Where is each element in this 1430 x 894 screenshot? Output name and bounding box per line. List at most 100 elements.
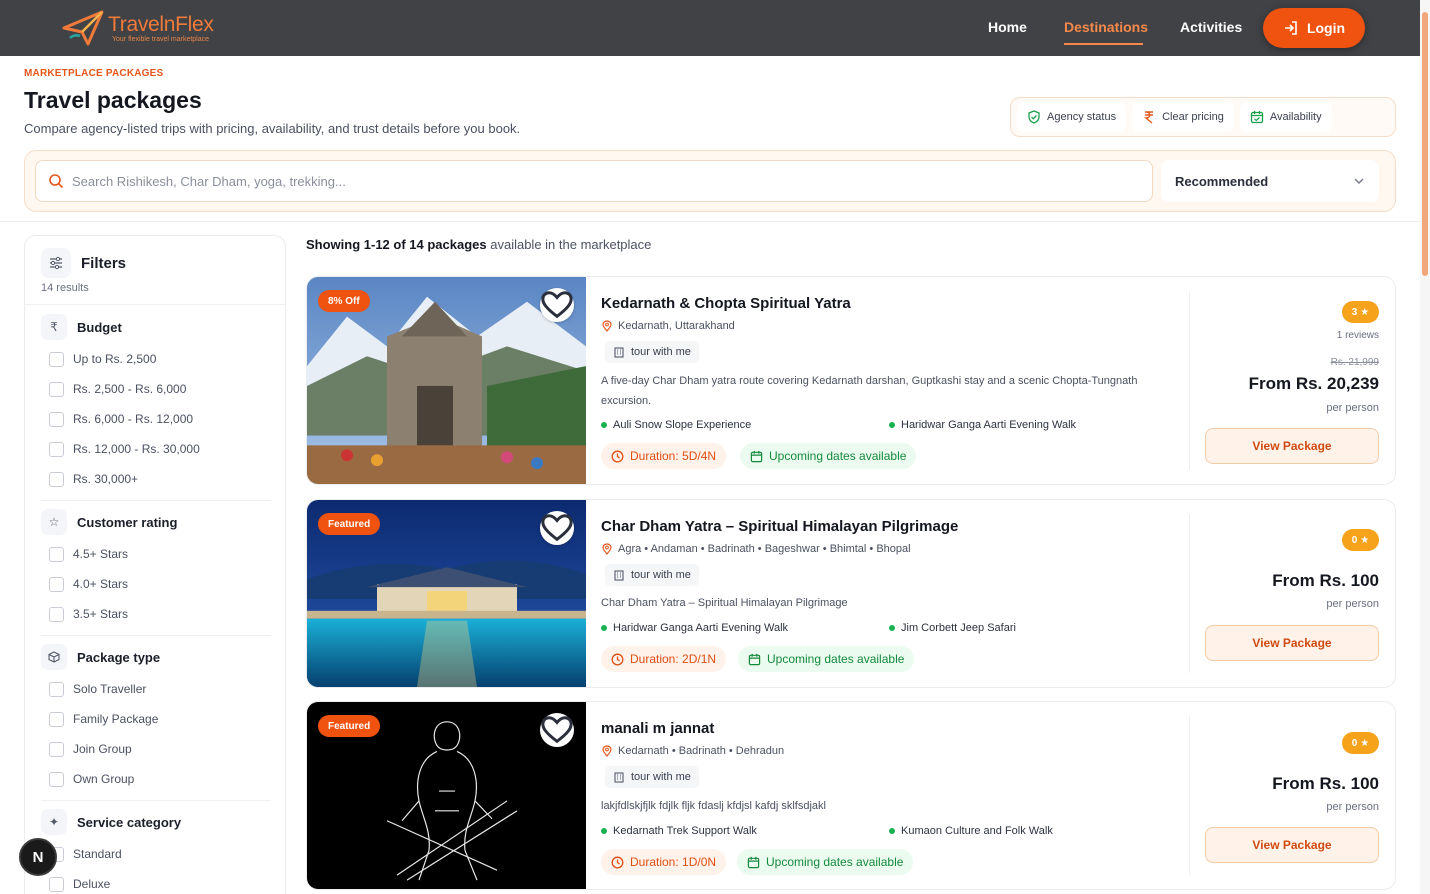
green-dot-icon [889,422,895,428]
filter-group-title: Package type [77,649,161,665]
package-price: From Rs. 100 [1272,774,1379,793]
filter-option-budget-5[interactable]: Rs. 30,000+ [41,464,271,494]
option-label: 4.5+ Stars [73,547,129,561]
package-price: From Rs. 20,239 [1248,374,1379,393]
scrollbar-thumb[interactable] [1422,12,1428,276]
agency-tag[interactable]: tour with me [605,766,699,788]
view-package-button[interactable]: View Package [1205,827,1379,863]
filter-option-rating-3[interactable]: 3.5+ Stars [41,599,271,629]
highlight-text: Haridwar Ganga Aarti Evening Walk [901,419,1077,431]
agency-name: tour with me [631,771,691,783]
checkbox[interactable] [49,606,64,622]
view-package-button[interactable]: View Package [1205,428,1379,464]
filter-option-budget-2[interactable]: Rs. 2,500 - Rs. 6,000 [41,374,271,404]
calendar-check-icon [1250,111,1263,124]
availability-pill: Upcoming dates available [738,646,915,672]
original-price: Rs. 21,999 [1330,357,1379,368]
filters-sidebar: Filters 14 results ₹ Budget Up to Rs. 2,… [24,235,286,894]
highlight-item: Haridwar Ganga Aarti Evening Walk [601,622,788,634]
package-image[interactable]: 8% Off [307,277,586,484]
package-image[interactable]: Featured [307,702,586,889]
checkbox[interactable] [49,576,64,592]
nav-link-activities[interactable]: Activities [1180,19,1242,35]
filter-option-rating-1[interactable]: 4.5+ Stars [41,539,271,569]
package-title[interactable]: Kedarnath & Chopta Spiritual Yatra [601,295,851,312]
heart-icon [541,514,573,542]
star-icon: ★ [1360,534,1370,546]
wishlist-button[interactable] [540,511,574,545]
highlight-text: Kumaon Culture and Folk Walk [901,825,1053,837]
search-panel: Search Rishikesh, Char Dham, yoga, trekk… [24,150,1396,212]
chevron-down-icon [1354,178,1364,185]
rating-value: 3 [1351,306,1358,318]
highlight-item: Jim Corbett Jeep Safari [889,622,1016,634]
checkbox[interactable] [49,441,64,457]
package-price: From Rs. 100 [1272,571,1379,590]
agency-tag[interactable]: tour with me [605,341,699,363]
green-dot-icon [601,625,607,631]
package-card[interactable]: Featured manali m jannat Kedarnath • Bad… [306,701,1396,890]
login-button[interactable]: Login [1263,8,1365,48]
filter-option-type-2[interactable]: Family Package [41,704,271,734]
filter-divider [41,635,271,636]
wishlist-button[interactable] [540,288,574,322]
price-unit: per person [1326,402,1379,414]
filter-option-budget-3[interactable]: Rs. 6,000 - Rs. 12,000 [41,404,271,434]
sort-select[interactable]: Recommended [1161,160,1379,202]
package-image[interactable]: Featured [307,500,586,687]
checkbox[interactable] [49,876,64,892]
nav-link-home[interactable]: Home [988,19,1027,35]
filter-option-budget-4[interactable]: Rs. 12,000 - Rs. 30,000 [41,434,271,464]
rating-value: 0 [1351,737,1358,749]
map-pin-icon [602,543,612,555]
filter-option-budget-1[interactable]: Up to Rs. 2,500 [41,344,271,374]
checkbox[interactable] [49,681,64,697]
clock-icon [611,653,624,665]
highlight-text: Kedarnath Trek Support Walk [613,825,757,837]
dev-tools-button[interactable]: N [19,838,57,876]
package-card[interactable]: 8% Off Kedarnath & Chopta Spiritual Yatr… [306,276,1396,485]
filter-option-service-2[interactable]: Deluxe [41,869,271,894]
star-icon: ★ [1360,737,1370,749]
checkbox[interactable] [49,771,64,787]
card-divider [1189,716,1190,875]
view-package-button[interactable]: View Package [1205,625,1379,661]
package-title[interactable]: Char Dham Yatra – Spiritual Himalayan Pi… [601,518,958,535]
package-card[interactable]: Featured Char Dham Yatra – Spiritual Him… [306,499,1396,688]
highlight-text: Haridwar Ganga Aarti Evening Walk [613,622,789,634]
sparkle-icon: ✦ [41,809,67,835]
brand-logo[interactable]: TravelnFlex Your flexible travel marketp… [60,6,214,50]
option-label: Own Group [73,772,135,786]
filter-option-rating-2[interactable]: 4.0+ Stars [41,569,271,599]
package-location: Kedarnath, Uttarakhand [601,320,735,332]
card-divider [1189,291,1190,470]
agency-tag[interactable]: tour with me [605,564,699,586]
checkbox[interactable] [49,741,64,757]
clock-icon [611,450,624,462]
filter-option-service-1[interactable]: Standard [41,839,271,869]
package-title[interactable]: manali m jannat [601,720,714,737]
checkbox[interactable] [49,471,64,487]
search-input[interactable]: Search Rishikesh, Char Dham, yoga, trekk… [35,160,1153,202]
option-label: 4.0+ Stars [73,577,129,591]
rating-badge: 0 ★ [1342,732,1379,754]
checkbox[interactable] [49,411,64,427]
filter-group-title: Service category [77,814,182,830]
filter-option-type-4[interactable]: Own Group [41,764,271,794]
wishlist-button[interactable] [540,713,574,747]
package-description: Char Dham Yatra – Spiritual Himalayan Pi… [601,597,848,609]
shield-check-icon [1028,110,1040,124]
checkbox[interactable] [49,711,64,727]
checkbox[interactable] [49,381,64,397]
filter-divider [41,500,271,501]
nav-link-destinations[interactable]: Destinations [1064,19,1148,35]
filter-option-type-3[interactable]: Join Group [41,734,271,764]
filter-option-type-1[interactable]: Solo Traveller [41,674,271,704]
checkbox[interactable] [49,546,64,562]
trust-label: Availability [1269,111,1322,123]
option-label: Rs. 12,000 - Rs. 30,000 [73,442,200,456]
option-label: Join Group [73,742,132,756]
checkbox[interactable] [49,351,64,367]
highlight-item: Kumaon Culture and Folk Walk [889,825,1053,837]
discount-badge: 8% Off [318,290,370,312]
